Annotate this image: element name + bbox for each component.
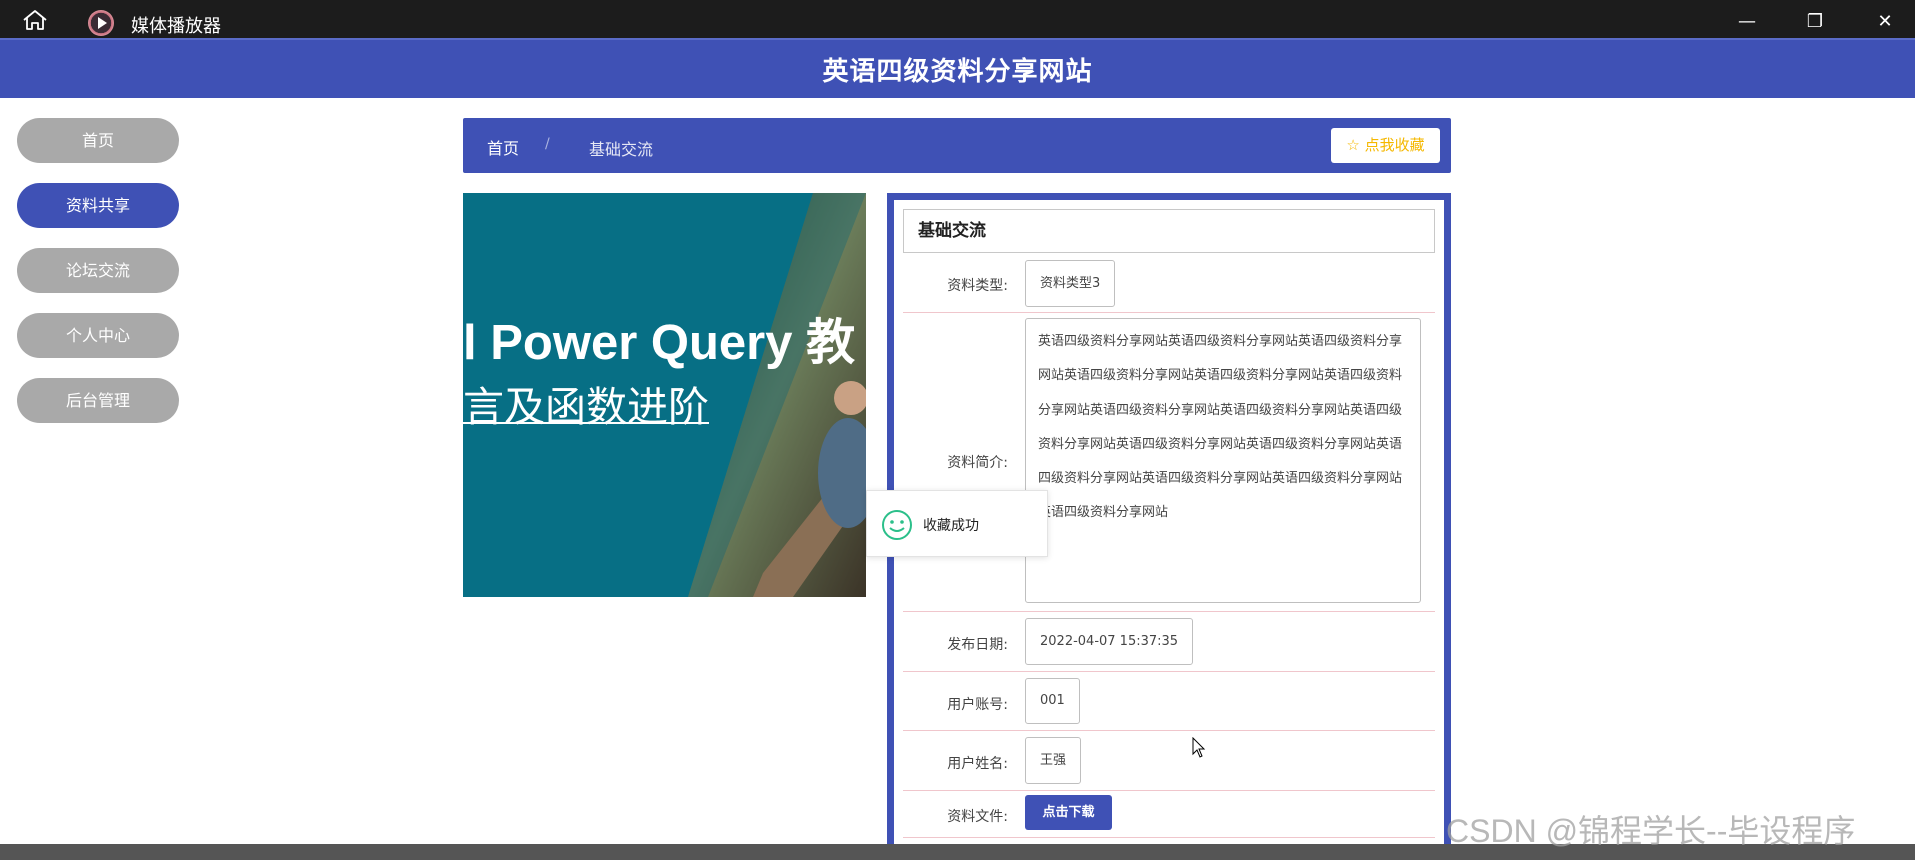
app-title: 媒体播放器 (131, 16, 221, 37)
close-button[interactable]: ✕ (1870, 8, 1900, 36)
home-icon[interactable] (22, 9, 48, 31)
account-value: 001 (1025, 678, 1080, 724)
sidebar-item-home[interactable]: 首页 (17, 118, 179, 163)
maximize-button[interactable]: ❐ (1800, 8, 1830, 36)
sidebar-item-forum[interactable]: 论坛交流 (17, 248, 179, 293)
intro-label: 资料简介: (947, 455, 1008, 471)
detail-title: 基础交流 (903, 209, 1435, 253)
sidebar-item-resource-share[interactable]: 资料共享 (17, 183, 179, 228)
intro-value: 英语四级资料分享网站英语四级资料分享网站英语四级资料分享网站英语四级资料分享网站… (1025, 318, 1421, 603)
site-title: 英语四级资料分享网站 (822, 56, 1093, 87)
type-value: 资料类型3 (1025, 260, 1116, 307)
name-row: 用户姓名: 王强 (903, 731, 1435, 791)
toast-notification: 收藏成功 (866, 490, 1048, 557)
date-value: 2022-04-07 15:37:35 (1025, 618, 1194, 665)
file-label: 资料文件: (947, 809, 1008, 825)
account-row: 用户账号: 001 (903, 672, 1435, 731)
media-player-icon (88, 10, 114, 36)
breadcrumb-current: 基础交流 (589, 140, 654, 159)
cover-title-line1: l Power Query 教 (463, 316, 856, 370)
name-value: 王强 (1025, 737, 1082, 784)
breadcrumb: 首页 / 基础交流 ☆ 点我收藏 (463, 118, 1451, 173)
sidebar-item-admin[interactable]: 后台管理 (17, 378, 179, 423)
breadcrumb-separator: / (545, 136, 550, 152)
name-label: 用户姓名: (947, 756, 1008, 772)
download-button[interactable]: 点击下载 (1025, 795, 1112, 830)
date-row: 发布日期: 2022-04-07 15:37:35 (903, 612, 1435, 672)
favorite-button[interactable]: ☆ 点我收藏 (1331, 128, 1440, 163)
intro-row: 资料简介: 英语四级资料分享网站英语四级资料分享网站英语四级资料分享网站英语四级… (903, 313, 1435, 612)
window-titlebar: 媒体播放器 — ❐ ✕ (0, 0, 1915, 38)
toast-message: 收藏成功 (923, 518, 979, 534)
smile-icon (882, 510, 912, 540)
type-label: 资料类型: (947, 278, 1008, 294)
sidebar: 首页 资料共享 论坛交流 个人中心 后台管理 (17, 118, 179, 443)
mouse-cursor-icon (1192, 737, 1206, 758)
csdn-watermark: CSDN @锦程学长--毕设程序 (1446, 813, 1856, 849)
account-label: 用户账号: (947, 697, 1008, 713)
resource-cover-image: l Power Query 教 言及函数进阶 (463, 193, 866, 597)
date-label: 发布日期: (947, 637, 1008, 653)
file-row: 资料文件: 点击下载 (903, 791, 1435, 838)
site-header: 英语四级资料分享网站 (0, 38, 1915, 98)
minimize-button[interactable]: — (1732, 8, 1762, 36)
sidebar-item-personal-center[interactable]: 个人中心 (17, 313, 179, 358)
breadcrumb-home-link[interactable]: 首页 (487, 135, 519, 159)
type-row: 资料类型: 资料类型3 (903, 253, 1435, 313)
cover-title-line2: 言及函数进阶 (463, 383, 709, 431)
